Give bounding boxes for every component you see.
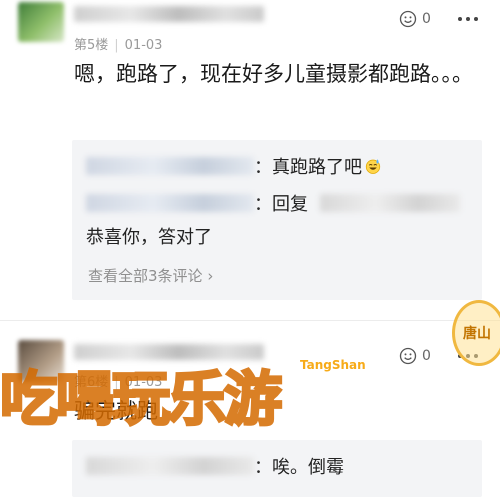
post-date: 01-03 (124, 38, 163, 53)
like-count: 0 (422, 348, 431, 364)
post-date: 01-03 (124, 375, 163, 390)
avatar[interactable] (18, 340, 64, 382)
reply-text: ：回复 (254, 194, 308, 215)
reply-target-username[interactable] (320, 194, 460, 212)
like-button[interactable]: 0 (398, 9, 431, 29)
username[interactable] (74, 6, 264, 22)
reply-username[interactable] (86, 157, 254, 175)
reply-item[interactable]: ：回复 (86, 189, 460, 217)
reply-username[interactable] (86, 457, 254, 475)
reply-username[interactable] (86, 194, 254, 212)
reply-item[interactable]: 恭喜你，答对了 (86, 222, 212, 250)
username[interactable] (74, 344, 264, 360)
like-count: 0 (422, 11, 431, 27)
reply-item[interactable]: ：唉。倒霉 (86, 452, 344, 480)
reply-text: ：唉。倒霉 (254, 457, 344, 478)
post-meta: 第6楼 | 01-03 (74, 375, 163, 390)
watermark-english: TangShan (300, 358, 366, 372)
sweat-smile-emoji-icon (365, 159, 381, 174)
floor-number: 第6楼 (74, 375, 109, 390)
more-dots-icon[interactable] (458, 17, 478, 21)
more-dots-icon[interactable] (458, 354, 478, 358)
floor-number: 第5楼 (74, 38, 109, 53)
post-meta: 第5楼 | 01-03 (74, 38, 163, 53)
view-all-comments-link[interactable]: 查看全部3条评论 › (88, 265, 213, 286)
chevron-right-icon: › (202, 267, 214, 285)
post-content: 嗯，跑路了，现在好多儿童摄影都跑路。。。 (74, 62, 473, 86)
reply-text: ：真跑路了吧 (254, 157, 362, 178)
post-content: 骗完就跑 (74, 399, 158, 423)
thumbs-up-smile-icon (399, 10, 417, 28)
reply-item[interactable]: ：真跑路了吧 (86, 152, 382, 180)
reply-text: 恭喜你，答对了 (86, 227, 212, 248)
avatar[interactable] (18, 2, 64, 42)
thumbs-up-smile-icon (399, 347, 417, 365)
divider (0, 320, 500, 321)
like-button[interactable]: 0 (398, 346, 431, 366)
